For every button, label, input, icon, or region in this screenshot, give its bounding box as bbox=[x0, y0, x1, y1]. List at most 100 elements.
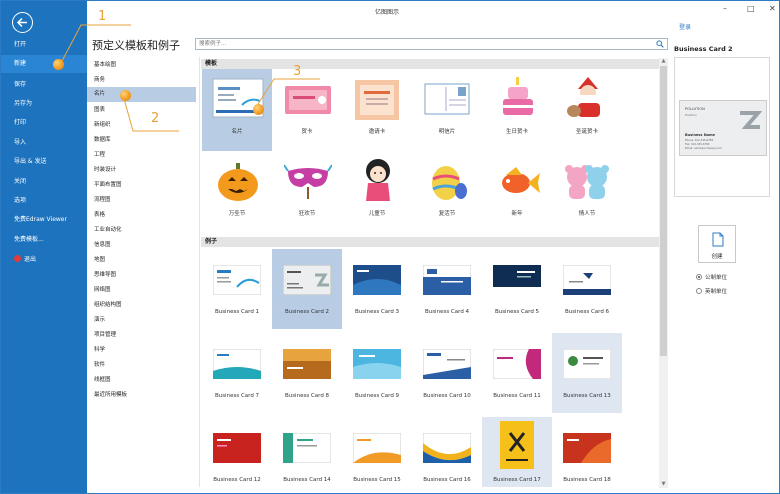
category-item[interactable]: 演示 bbox=[87, 313, 196, 328]
new-document-icon bbox=[712, 232, 724, 247]
category-item[interactable]: 时装设计 bbox=[87, 163, 196, 178]
business-card-thumbnail bbox=[563, 265, 611, 295]
menu-options[interactable]: 选项 bbox=[1, 192, 87, 210]
example-tile-selected[interactable]: Business Card 2 bbox=[272, 249, 342, 329]
example-tile[interactable]: Business Card 4 bbox=[412, 249, 482, 329]
category-item[interactable]: 信息图 bbox=[87, 238, 196, 253]
template-label: 复活节 bbox=[438, 211, 456, 217]
menu-free-templates[interactable]: 免费模板... bbox=[1, 231, 87, 249]
template-label: 圣诞贺卡 bbox=[575, 129, 598, 135]
category-item[interactable]: 软件 bbox=[87, 358, 196, 373]
preview-card-line: Phone: 012-345-6789 bbox=[685, 139, 714, 142]
business-card-thumbnail bbox=[353, 433, 401, 463]
example-tile[interactable]: Business Card 3 bbox=[342, 249, 412, 329]
close-button[interactable]: ✕ bbox=[769, 4, 776, 13]
category-item[interactable]: 平面布置图 bbox=[87, 178, 196, 193]
preview-card-name: Business Name bbox=[685, 133, 716, 137]
example-tile[interactable]: Business Card 12 bbox=[202, 417, 272, 487]
example-tile[interactable]: Business Card 10 bbox=[412, 333, 482, 413]
imperial-units-radio[interactable]: 英制单位 bbox=[696, 287, 727, 295]
template-label: 新年 bbox=[511, 211, 523, 217]
business-card-thumbnail bbox=[500, 421, 534, 469]
login-link[interactable]: 登录 bbox=[679, 22, 691, 31]
template-tile[interactable]: 生日贺卡 bbox=[482, 69, 552, 151]
category-item[interactable]: 思维导图 bbox=[87, 268, 196, 283]
menu-label: 另存为 bbox=[14, 100, 33, 107]
category-item[interactable]: 表格 bbox=[87, 208, 196, 223]
menu-exit[interactable]: 退出 bbox=[1, 251, 87, 269]
template-tile[interactable]: 情人节 bbox=[552, 153, 622, 231]
template-tile[interactable]: 儿童节 bbox=[342, 153, 412, 231]
example-label: Business Card 17 bbox=[493, 477, 541, 483]
search-input[interactable] bbox=[196, 39, 651, 49]
example-tile[interactable]: Business Card 14 bbox=[272, 417, 342, 487]
example-label: Business Card 10 bbox=[423, 393, 471, 399]
category-item[interactable]: 工程 bbox=[87, 148, 196, 163]
template-tile[interactable]: 邀请卡 bbox=[342, 69, 412, 151]
example-tile[interactable]: Business Card 11 bbox=[482, 333, 552, 413]
business-card-thumbnail bbox=[563, 349, 611, 379]
category-item[interactable]: 科学 bbox=[87, 343, 196, 358]
postcard-icon bbox=[424, 83, 470, 115]
search-icon[interactable] bbox=[656, 40, 664, 48]
preview-card: POLLUTION Position Business Name Phone: … bbox=[679, 100, 767, 156]
example-tile[interactable]: Business Card 7 bbox=[202, 333, 272, 413]
back-button[interactable] bbox=[12, 12, 33, 33]
category-item[interactable]: 网络图 bbox=[87, 283, 196, 298]
template-tile[interactable]: 狂欢节 bbox=[272, 153, 342, 231]
example-tile[interactable]: Business Card 5 bbox=[482, 249, 552, 329]
example-tile[interactable]: Business Card 17 bbox=[482, 417, 552, 487]
preview-card-line: Email: name@company.com bbox=[685, 147, 722, 150]
menu-close[interactable]: 关闭 bbox=[1, 173, 87, 191]
category-item[interactable]: 线框图 bbox=[87, 373, 196, 388]
example-tile[interactable]: Business Card 1 bbox=[202, 249, 272, 329]
business-card-thumbnail bbox=[423, 433, 471, 463]
menu-free-viewer[interactable]: 免费Edraw Viewer bbox=[1, 211, 87, 229]
invitation-card-icon bbox=[355, 80, 399, 120]
example-label: Business Card 4 bbox=[424, 309, 470, 315]
example-tile[interactable]: Business Card 18 bbox=[552, 417, 622, 487]
menu-export-send[interactable]: 导出 & 发送 bbox=[1, 153, 87, 171]
example-tile[interactable]: Business Card 15 bbox=[342, 417, 412, 487]
category-item[interactable]: 组织结构图 bbox=[87, 298, 196, 313]
scroll-up-icon[interactable]: ▲ bbox=[660, 58, 667, 65]
santa-claus-icon bbox=[567, 77, 600, 117]
template-tile[interactable]: 万圣节 bbox=[202, 153, 272, 231]
business-card-thumbnail bbox=[423, 349, 471, 379]
maximize-button[interactable]: □ bbox=[747, 4, 755, 13]
radio-checked-icon bbox=[696, 274, 702, 280]
example-tile[interactable]: Business Card 9 bbox=[342, 333, 412, 413]
example-tile[interactable]: Business Card 8 bbox=[272, 333, 342, 413]
business-card-thumbnail bbox=[493, 349, 541, 379]
template-tile[interactable]: 新年 bbox=[482, 153, 552, 231]
menu-label: 免费Edraw Viewer bbox=[14, 216, 67, 223]
gallery-scrollbar[interactable]: ▲ ▼ bbox=[659, 58, 668, 488]
example-tile[interactable]: Business Card 6 bbox=[552, 249, 622, 329]
category-item[interactable]: 工业自动化 bbox=[87, 223, 196, 238]
scroll-down-icon[interactable]: ▼ bbox=[660, 481, 667, 488]
template-tile[interactable]: 复活节 bbox=[412, 153, 482, 231]
menu-label: 新建 bbox=[14, 60, 27, 67]
minimize-button[interactable]: – bbox=[723, 4, 727, 13]
category-item[interactable]: 项目管理 bbox=[87, 328, 196, 343]
metric-units-radio[interactable]: 公制单位 bbox=[696, 273, 727, 281]
scroll-thumb[interactable] bbox=[660, 66, 667, 356]
category-item[interactable]: 流程图 bbox=[87, 193, 196, 208]
example-label: Business Card 3 bbox=[354, 309, 400, 315]
create-button[interactable]: 创建 bbox=[698, 225, 736, 263]
template-tile[interactable]: 明信片 bbox=[412, 69, 482, 151]
radio-unchecked-icon bbox=[696, 288, 702, 294]
template-label: 儿童节 bbox=[368, 211, 386, 217]
template-tile[interactable]: 圣诞贺卡 bbox=[552, 69, 622, 151]
arrow-left-icon bbox=[16, 17, 27, 28]
search-box[interactable] bbox=[195, 38, 668, 50]
example-tile[interactable]: Business Card 16 bbox=[412, 417, 482, 487]
examples-section-header: 例子 bbox=[201, 237, 660, 247]
example-tile[interactable]: Business Card 13 bbox=[552, 333, 622, 413]
example-label: Business Card 15 bbox=[353, 477, 401, 483]
business-card-thumbnail bbox=[213, 349, 261, 379]
preview-title: Business Card 2 bbox=[674, 45, 733, 53]
category-item[interactable]: 最近所用模板 bbox=[87, 388, 196, 403]
preview-card-line: Fax: 012-345-6789 bbox=[685, 143, 710, 146]
category-item[interactable]: 地图 bbox=[87, 253, 196, 268]
